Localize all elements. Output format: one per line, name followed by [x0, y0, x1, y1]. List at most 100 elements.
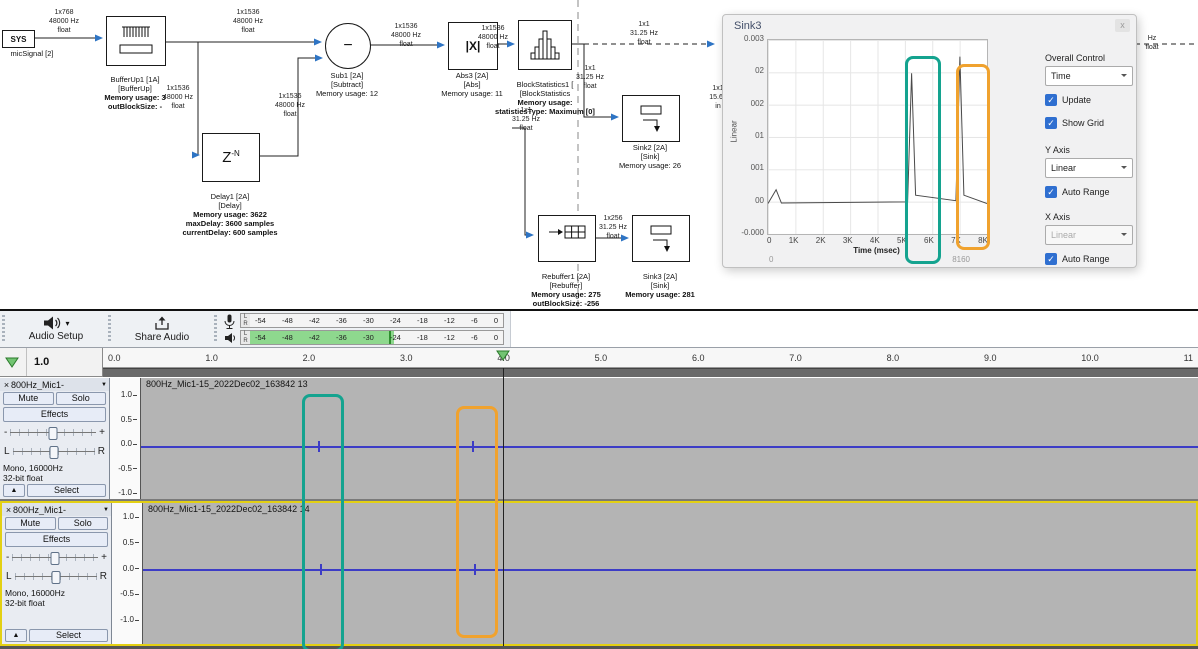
- y-scale-select[interactable]: Linear: [1045, 158, 1133, 178]
- selection-marker-icon[interactable]: [5, 357, 19, 368]
- x-scale-select[interactable]: Linear: [1045, 225, 1133, 245]
- track-header[interactable]: × 800Hz_Mic1- ▼: [2, 503, 111, 516]
- mute-button[interactable]: Mute: [3, 392, 54, 405]
- x-tick-label: 4K: [870, 236, 880, 245]
- waveform-area[interactable]: 800Hz_Mic1-15_2022Dec02_163842 14: [143, 503, 1196, 644]
- x-tick-label: 7K: [951, 236, 961, 245]
- close-track-icon[interactable]: ×: [2, 380, 11, 390]
- gain-slider-track[interactable]: [12, 551, 98, 564]
- gain-slider[interactable]: - +: [0, 423, 109, 442]
- y-auto-range-checkbox[interactable]: ✓ Auto Range: [1045, 186, 1133, 198]
- effects-button[interactable]: Effects: [5, 532, 108, 547]
- track-menu-caret-icon[interactable]: ▼: [101, 382, 107, 388]
- toolbar-grip[interactable]: [108, 315, 111, 343]
- audio-track-1: × 800Hz_Mic1- ▼ Mute Solo Effects - + L …: [0, 378, 1198, 499]
- clip-title[interactable]: 800Hz_Mic1-15_2022Dec02_163842 13: [146, 379, 308, 389]
- pan-slider-thumb[interactable]: [49, 446, 58, 459]
- timeline-ruler[interactable]: 0.01.02.03.04.05.06.07.08.09.010.011: [103, 348, 1198, 368]
- recording-meter-bars: -54-48-42-36-30-24-18-12-60: [250, 314, 503, 327]
- audio-setup-button[interactable]: ▾ Audio Setup: [8, 312, 104, 346]
- track-format-info: Mono, 16000Hz 32-bit float: [2, 586, 111, 608]
- y-tick-label: 01: [755, 131, 764, 140]
- waveform-area[interactable]: 800Hz_Mic1-15_2022Dec02_163842 13: [141, 378, 1198, 499]
- pan-slider-track[interactable]: [13, 445, 95, 458]
- meter-scale-number: -30: [363, 333, 374, 342]
- pan-slider-thumb[interactable]: [51, 571, 60, 584]
- recording-meter[interactable]: LR -54-48-42-36-30-24-18-12-60: [240, 313, 504, 328]
- block-subtract[interactable]: −: [325, 23, 371, 69]
- checkbox-check-icon: ✓: [1045, 253, 1057, 265]
- share-audio-button[interactable]: Share Audio: [112, 312, 212, 346]
- close-track-icon[interactable]: ×: [4, 505, 13, 515]
- timeline-tick-label: 0.0: [108, 353, 121, 363]
- gain-slider[interactable]: - +: [2, 548, 111, 567]
- playhead-marker-icon[interactable]: [496, 350, 510, 361]
- toolbar-grip[interactable]: [2, 315, 5, 343]
- collapse-button[interactable]: ▲: [3, 484, 25, 497]
- update-checkbox[interactable]: ✓ Update: [1045, 94, 1133, 106]
- track-title[interactable]: 800Hz_Mic1-: [11, 380, 101, 390]
- x-auto-range-checkbox[interactable]: ✓ Auto Range: [1045, 253, 1133, 265]
- gain-slider-thumb[interactable]: [49, 427, 58, 440]
- gain-slider-track[interactable]: [10, 426, 96, 439]
- pan-left-label: L: [4, 446, 10, 457]
- vertical-scale-ruler[interactable]: 1.00.50.0-0.5-1.0: [112, 503, 143, 644]
- toolbar-grip[interactable]: [214, 315, 217, 343]
- block-blockstatistics[interactable]: [518, 20, 572, 70]
- bufferup-icon: [114, 23, 158, 59]
- close-icon[interactable]: x: [1115, 19, 1130, 32]
- gain-minus-label: -: [6, 552, 9, 563]
- pan-left-label: L: [6, 571, 12, 582]
- scope-control-panel: Overall Control Time ✓ Update ✓ Show Gri…: [1045, 53, 1133, 276]
- pan-slider-track[interactable]: [15, 570, 97, 583]
- divider: [26, 348, 27, 376]
- vertical-scale-ruler[interactable]: 1.00.50.0-0.5-1.0: [110, 378, 141, 499]
- waveform-pulse: [472, 441, 474, 452]
- meter-scale-number: -6: [471, 333, 478, 342]
- playback-meter[interactable]: LR -54-48-42-36-30-24-18-12-60: [240, 330, 504, 345]
- solo-button[interactable]: Solo: [56, 392, 107, 405]
- block-delay[interactable]: Z-N: [202, 133, 260, 182]
- track-menu-caret-icon[interactable]: ▼: [103, 507, 109, 513]
- select-button[interactable]: Select: [29, 629, 108, 642]
- signal-label: 1x1 31.25 Hz float: [562, 64, 618, 91]
- meter-scale-number: -54: [255, 316, 266, 325]
- clip-title[interactable]: 800Hz_Mic1-15_2022Dec02_163842 14: [148, 504, 310, 514]
- block-sink2[interactable]: [622, 95, 680, 142]
- subtract-icon: −: [343, 37, 352, 55]
- meter-scale-number: -12: [444, 316, 455, 325]
- domain-select[interactable]: Time: [1045, 66, 1133, 86]
- meter-scale-number: -36: [336, 333, 347, 342]
- track-header[interactable]: × 800Hz_Mic1- ▼: [0, 378, 109, 391]
- timeline-tick-label: 5.0: [595, 353, 608, 363]
- track-title[interactable]: 800Hz_Mic1-: [13, 505, 103, 515]
- solo-button[interactable]: Solo: [58, 517, 109, 530]
- meter-scale-number: -24: [390, 333, 401, 342]
- timeline-tick-label: 7.0: [789, 353, 802, 363]
- signal-label: 1x1536 48000 Hz float: [378, 22, 434, 49]
- timeline-scrub-bar[interactable]: [103, 368, 1198, 377]
- block-sink3[interactable]: [632, 215, 690, 262]
- select-button[interactable]: Select: [27, 484, 106, 497]
- pan-slider[interactable]: L R: [0, 442, 109, 461]
- sink-icon: [641, 222, 681, 256]
- scale-label: 1.0: [123, 513, 139, 521]
- x-tick-label: 6K: [924, 236, 934, 245]
- gain-slider-thumb[interactable]: [51, 552, 60, 565]
- microphone-icon: [224, 314, 235, 330]
- show-grid-checkbox[interactable]: ✓ Show Grid: [1045, 117, 1133, 129]
- playback-cursor-line: [503, 368, 504, 646]
- audio-track-2: × 800Hz_Mic1- ▼ Mute Solo Effects - + L …: [0, 501, 1198, 646]
- audio-setup-label: Audio Setup: [29, 331, 84, 342]
- mute-button[interactable]: Mute: [5, 517, 56, 530]
- scale-label: 1.0: [121, 391, 137, 399]
- pan-slider[interactable]: L R: [2, 567, 111, 586]
- collapse-button[interactable]: ▲: [5, 629, 27, 642]
- block-bufferup[interactable]: [106, 16, 166, 66]
- y-axis-section-label: Y Axis: [1045, 145, 1133, 155]
- block-sys[interactable]: SYS: [2, 30, 35, 48]
- sink3-plot: [767, 39, 988, 235]
- signal-label: 1x256 31.25 Hz float: [588, 214, 638, 241]
- effects-button[interactable]: Effects: [3, 407, 106, 422]
- signal-label: 1x1536 48000 Hz float: [220, 8, 276, 35]
